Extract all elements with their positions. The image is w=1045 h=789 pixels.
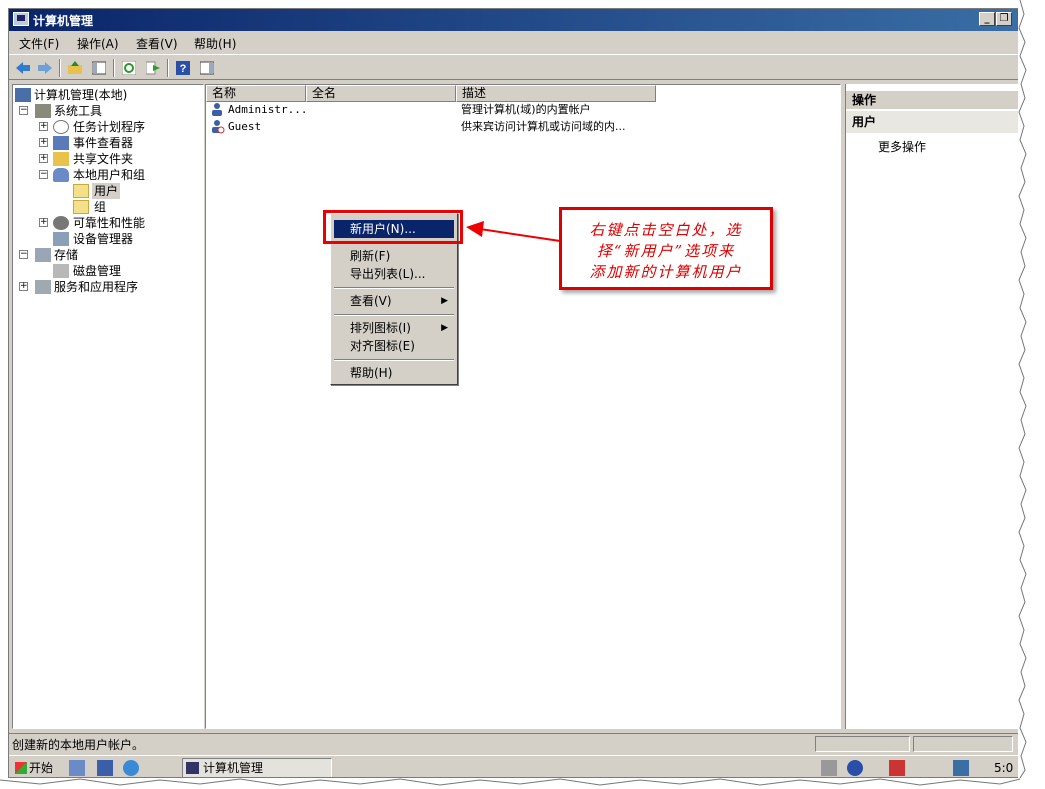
status-bar: 创建新的本地用户帐户。 bbox=[9, 733, 1019, 753]
up-folder-icon[interactable] bbox=[65, 58, 85, 78]
menu-separator bbox=[334, 314, 454, 316]
folder-icon bbox=[73, 184, 89, 198]
status-panel bbox=[913, 736, 1013, 752]
computer-management-window: 计算机管理 _ ❐ 文件(F) 操作(A) 查看(V) 帮助(H) ? 计算机管… bbox=[8, 8, 1020, 778]
menu-item-arrange-icons[interactable]: 排列图标(I) ▶ bbox=[334, 319, 454, 337]
user-name: Administr... bbox=[228, 103, 308, 116]
collapse-toggle[interactable]: − bbox=[19, 250, 28, 259]
expand-toggle[interactable]: + bbox=[39, 138, 48, 147]
folder-icon bbox=[73, 200, 89, 214]
users-group-icon bbox=[53, 168, 69, 182]
shared-folder-icon bbox=[53, 152, 69, 166]
taskbar-button-computer-management[interactable]: 计算机管理 bbox=[182, 758, 332, 777]
tray-monitor-icon[interactable] bbox=[953, 760, 969, 776]
menu-item-view[interactable]: 查看(V) ▶ bbox=[334, 292, 454, 310]
services-icon bbox=[35, 280, 51, 294]
properties-pane-icon[interactable] bbox=[197, 58, 217, 78]
torn-edge-bottom bbox=[0, 778, 1045, 789]
table-row[interactable]: Administr... 管理计算机(域)的内置帐户 bbox=[206, 101, 836, 118]
computer-icon bbox=[15, 88, 31, 102]
menu-item-export-list[interactable]: 导出列表(L)... bbox=[334, 265, 454, 283]
storage-icon bbox=[35, 248, 51, 262]
export-list-icon[interactable] bbox=[143, 58, 163, 78]
toolbar-separator bbox=[113, 59, 115, 77]
computer-management-icon bbox=[13, 12, 29, 26]
browser-icon[interactable] bbox=[123, 760, 139, 776]
menu-bar: 文件(F) 操作(A) 查看(V) 帮助(H) bbox=[9, 32, 1019, 52]
submenu-arrow-icon: ▶ bbox=[441, 296, 448, 306]
actions-section-users[interactable]: 用户 bbox=[846, 111, 1019, 133]
annotation-arrow-icon bbox=[466, 221, 561, 242]
toolbar: ? bbox=[9, 54, 1019, 80]
svg-text:?: ? bbox=[180, 63, 187, 75]
table-row[interactable]: Guest 供来宾访问计算机或访问域的内... bbox=[206, 118, 836, 135]
menu-separator bbox=[334, 359, 454, 361]
collapse-toggle[interactable]: − bbox=[19, 106, 28, 115]
callout-line-3: 添加新的计算机用户 bbox=[589, 263, 743, 281]
user-list-view[interactable]: 名称 全名 描述 Administr... 管理计算机(域)的内置帐户 Gues… bbox=[205, 84, 841, 729]
expand-toggle[interactable]: + bbox=[19, 282, 28, 291]
back-icon[interactable] bbox=[13, 58, 33, 78]
minimize-button[interactable]: _ bbox=[979, 12, 995, 26]
show-desktop-icon[interactable] bbox=[97, 760, 113, 776]
column-header-description[interactable]: 描述 bbox=[456, 85, 656, 102]
more-actions-link[interactable]: 更多操作 bbox=[878, 138, 926, 155]
menu-help[interactable]: 帮助(H) bbox=[194, 35, 236, 52]
console-tree: 计算机管理(本地) − 系统工具 + 任务计划程序 + 事件查看器 + 共享文件… bbox=[12, 84, 204, 729]
actions-pane: 操作 用户 更多操作 bbox=[845, 84, 1019, 729]
device-manager-icon bbox=[53, 232, 69, 246]
submenu-arrow-icon: ▶ bbox=[441, 323, 448, 333]
menu-item-arrange-icons-label: 排列图标(I) bbox=[350, 321, 411, 335]
title-bar[interactable]: 计算机管理 _ ❐ bbox=[9, 9, 1019, 31]
collapse-toggle[interactable]: − bbox=[39, 170, 48, 179]
tools-icon bbox=[35, 104, 51, 118]
menu-item-refresh[interactable]: 刷新(F) bbox=[334, 247, 454, 265]
user-name: Guest bbox=[228, 120, 262, 133]
menu-action[interactable]: 操作(A) bbox=[77, 35, 119, 52]
disk-icon bbox=[53, 264, 69, 278]
user-icon bbox=[210, 119, 225, 134]
menu-view[interactable]: 查看(V) bbox=[136, 35, 178, 52]
toolbar-separator bbox=[59, 59, 61, 77]
expand-toggle[interactable]: + bbox=[39, 218, 48, 227]
status-panel bbox=[815, 736, 910, 752]
quicklaunch-icon[interactable] bbox=[69, 760, 85, 776]
callout-line-2: 择“新用户”选项来 bbox=[596, 242, 736, 260]
forward-icon[interactable] bbox=[35, 58, 55, 78]
actions-header: 操作 bbox=[846, 91, 1019, 109]
annotation-highlight-box bbox=[323, 210, 463, 244]
clock-icon bbox=[53, 120, 69, 134]
user-icon bbox=[210, 102, 225, 117]
start-button[interactable]: 开始 bbox=[13, 758, 61, 777]
user-description: 供来宾访问计算机或访问域的内... bbox=[461, 120, 626, 133]
column-header-full-name[interactable]: 全名 bbox=[306, 85, 456, 102]
menu-item-line-up-icons[interactable]: 对齐图标(E) bbox=[334, 337, 454, 355]
user-description: 管理计算机(域)的内置帐户 bbox=[461, 103, 591, 116]
expand-toggle[interactable]: + bbox=[39, 122, 48, 131]
help-icon[interactable]: ? bbox=[173, 58, 193, 78]
expand-toggle[interactable]: + bbox=[39, 154, 48, 163]
clock: 5:0 bbox=[994, 761, 1014, 775]
column-header-name[interactable]: 名称 bbox=[206, 85, 306, 102]
menu-separator bbox=[334, 287, 454, 289]
event-viewer-icon bbox=[53, 136, 69, 150]
menu-file[interactable]: 文件(F) bbox=[19, 35, 59, 52]
annotation-callout: 右键点击空白处，选 择“新用户”选项来 添加新的计算机用户 bbox=[559, 207, 773, 290]
menu-item-view-label: 查看(V) bbox=[350, 294, 392, 308]
window-title: 计算机管理 bbox=[33, 14, 94, 28]
status-text: 创建新的本地用户帐户。 bbox=[12, 738, 145, 752]
tray-network-icon[interactable] bbox=[821, 760, 837, 776]
toolbar-separator bbox=[167, 59, 169, 77]
performance-icon bbox=[53, 216, 69, 230]
torn-edge-right bbox=[1018, 0, 1045, 789]
tray-help-icon[interactable] bbox=[847, 760, 863, 776]
refresh-icon[interactable] bbox=[119, 58, 139, 78]
restore-button[interactable]: ❐ bbox=[996, 12, 1012, 26]
menu-item-help[interactable]: 帮助(H) bbox=[334, 364, 454, 382]
tray-tools-icon[interactable] bbox=[889, 760, 905, 776]
taskbar: 开始 计算机管理 5:0 bbox=[9, 755, 1019, 777]
show-hide-console-tree-icon[interactable] bbox=[89, 58, 109, 78]
callout-line-1: 右键点击空白处，选 bbox=[589, 221, 743, 239]
